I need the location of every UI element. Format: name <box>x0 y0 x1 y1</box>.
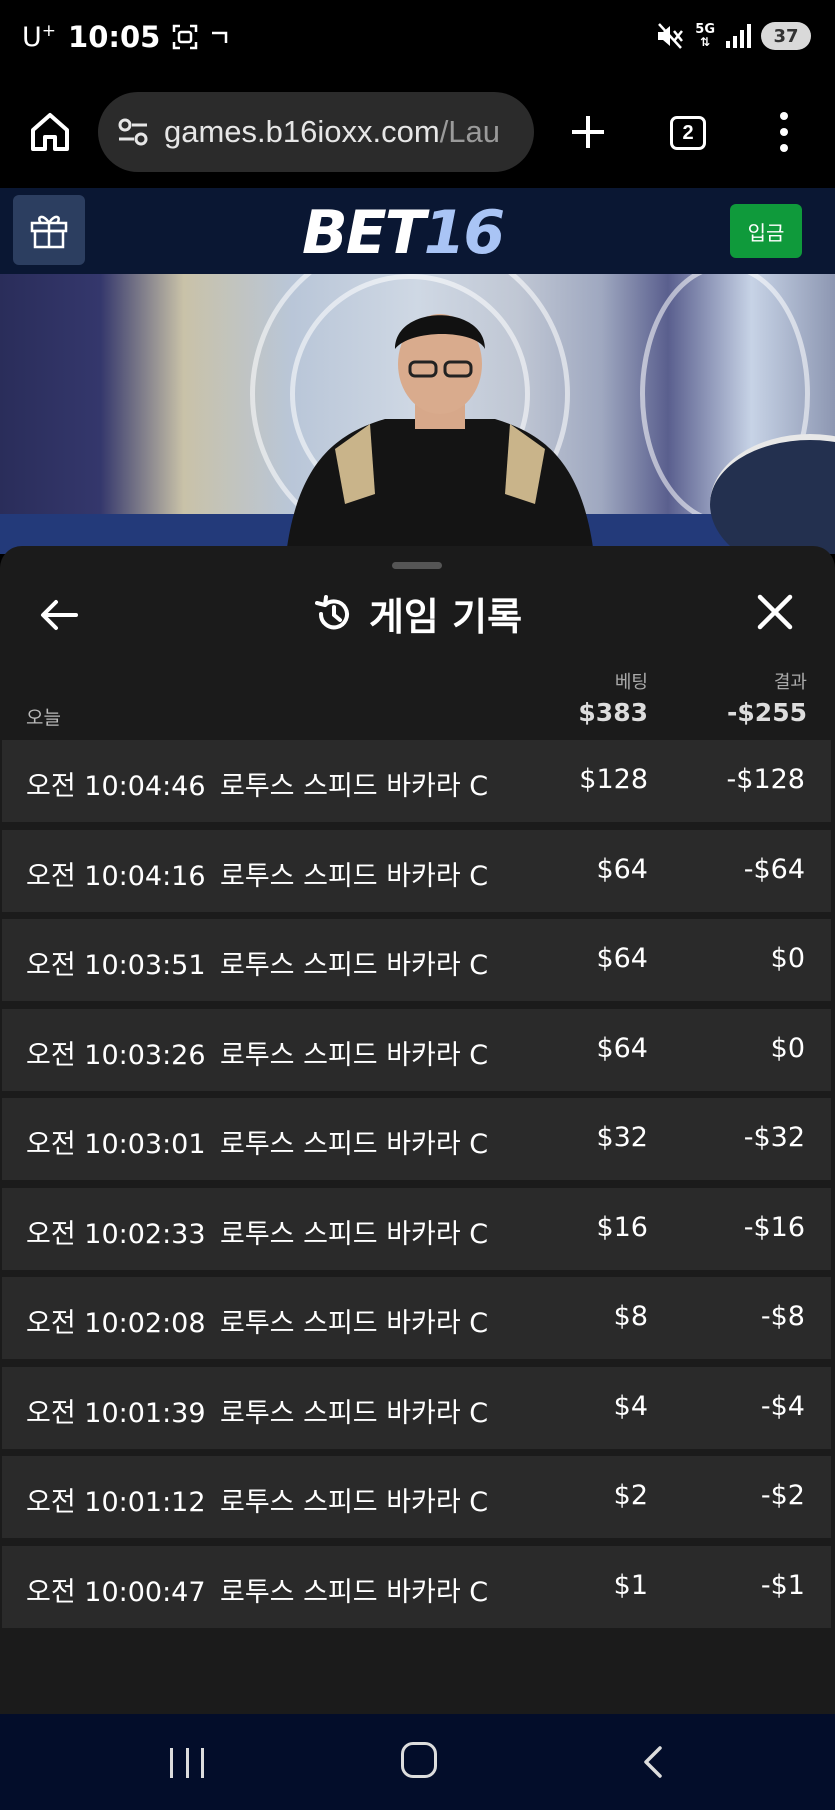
row-game: 로투스 스피드 바카라 C <box>220 1129 489 1160</box>
row-bet: $32 <box>596 1122 648 1153</box>
row-bet: $64 <box>596 943 648 974</box>
history-row[interactable]: 오전 10:02:33 로투스 스피드 바카라 C $16 -$16 <box>2 1187 831 1270</box>
row-bet: $8 <box>613 1301 648 1332</box>
row-game: 로투스 스피드 바카라 C <box>220 1308 489 1339</box>
history-row[interactable]: 오전 10:03:01 로투스 스피드 바카라 C $32 -$32 <box>2 1098 831 1180</box>
total-bet: $383 <box>578 698 648 727</box>
row-game: 로투스 스피드 바카라 C <box>220 1487 489 1518</box>
sheet-title: 게임 기록 <box>0 586 835 641</box>
row-result: $0 <box>770 943 805 974</box>
column-label-result: 결과 <box>773 672 807 693</box>
total-result: -$255 <box>727 698 807 727</box>
row-result: -$32 <box>743 1122 805 1153</box>
row-result: -$8 <box>760 1301 805 1332</box>
browser-menu-icon[interactable] <box>776 112 792 152</box>
system-nav-bar <box>0 1714 835 1810</box>
history-row[interactable]: 오전 10:04:16 로투스 스피드 바카라 C $64 -$64 <box>2 829 831 912</box>
row-time: 오전 10:00:47 <box>26 1576 206 1608</box>
row-time: 오전 10:03:26 <box>26 1039 206 1071</box>
history-icon <box>314 594 349 629</box>
history-row[interactable]: 오전 10:03:26 로투스 스피드 바카라 C $64 $0 <box>2 1008 831 1091</box>
live-video[interactable] <box>0 274 835 554</box>
row-bet: $4 <box>613 1390 648 1422</box>
row-game: 로투스 스피드 바카라 C <box>220 950 489 981</box>
row-time: 오전 10:01:12 <box>26 1487 206 1518</box>
date-group-label: 오늘 <box>26 707 61 729</box>
row-time: 오전 10:04:46 <box>26 771 206 802</box>
row-result: -$64 <box>743 853 805 885</box>
system-home-icon[interactable] <box>401 1742 437 1778</box>
site-header: BET16 입금 <box>0 188 835 274</box>
status-bar: U+ 10:05 5G ⇅ 37 <box>0 0 835 80</box>
browser-home-icon[interactable] <box>28 110 72 154</box>
row-bet: $64 <box>596 1032 648 1064</box>
row-result: -$1 <box>760 1569 805 1601</box>
recent-apps-icon[interactable] <box>170 1748 204 1778</box>
row-game: 로투스 스피드 바카라 C <box>220 1397 489 1429</box>
history-row[interactable]: 오전 10:03:51 로투스 스피드 바카라 C $64 $0 <box>2 919 831 1001</box>
row-game: 로투스 스피드 바카라 C <box>220 771 489 802</box>
sheet-title-text: 게임 기록 <box>368 595 523 639</box>
gift-icon <box>30 215 68 249</box>
dealer-figure <box>286 314 594 554</box>
system-back-icon[interactable] <box>636 1744 672 1780</box>
status-time: 10:05 <box>68 20 161 54</box>
column-label-bet: 베팅 <box>614 672 648 693</box>
row-game: 로투스 스피드 바카라 C <box>220 1039 489 1071</box>
row-result: -$16 <box>743 1211 805 1243</box>
history-row[interactable]: 오전 10:00:47 로투스 스피드 바카라 C $1 -$1 <box>2 1545 831 1628</box>
new-tab-icon[interactable] <box>566 110 610 154</box>
row-game: 로투스 스피드 바카라 C <box>220 1218 489 1250</box>
row-game: 로투스 스피드 바카라 C <box>220 1576 489 1608</box>
summary-header: 베팅 결과 오늘 $383 -$255 <box>0 658 835 738</box>
row-game: 로투스 스피드 바카라 C <box>220 860 489 892</box>
browser-toolbar: games.b16ioxx.com/Lau 2 <box>0 80 835 188</box>
url-text: games.b16ioxx.com/Lau <box>164 114 501 149</box>
row-time: 오전 10:03:51 <box>26 950 206 981</box>
notification-icon <box>212 31 228 43</box>
row-bet: $1 <box>613 1569 648 1601</box>
row-bet: $128 <box>579 764 648 795</box>
history-list: 오전 10:04:46 로투스 스피드 바카라 C $128 -$128 오전 … <box>2 740 831 1635</box>
row-time: 오전 10:02:08 <box>26 1308 206 1339</box>
deposit-button[interactable]: 입금 <box>730 204 802 258</box>
history-row[interactable]: 오전 10:02:08 로투스 스피드 바카라 C $8 -$8 <box>2 1277 831 1359</box>
row-bet: $2 <box>613 1480 648 1511</box>
status-bar-left: U+ 10:05 <box>22 20 230 54</box>
carrier-label: U+ <box>22 21 57 53</box>
screenshot-icon <box>173 24 198 50</box>
address-bar[interactable]: games.b16ioxx.com/Lau <box>98 92 534 172</box>
row-result: -$128 <box>726 764 805 795</box>
row-bet: $16 <box>596 1211 648 1243</box>
history-row[interactable]: 오전 10:04:46 로투스 스피드 바카라 C $128 -$128 <box>2 740 831 822</box>
row-bet: $64 <box>596 853 648 885</box>
history-row[interactable]: 오전 10:01:39 로투스 스피드 바카라 C $4 -$4 <box>2 1366 831 1449</box>
row-result: $0 <box>770 1032 805 1064</box>
row-time: 오전 10:03:01 <box>26 1129 206 1160</box>
network-type-label: 5G ⇅ <box>695 22 715 49</box>
tab-switcher-button[interactable]: 2 <box>670 116 706 150</box>
row-result: -$4 <box>760 1390 805 1422</box>
mute-icon <box>658 23 684 49</box>
site-settings-icon[interactable] <box>116 115 150 149</box>
status-bar-right: 5G ⇅ 37 <box>655 22 811 50</box>
game-history-sheet: 게임 기록 베팅 결과 오늘 $383 -$255 오전 10:04:46 로투… <box>0 546 835 1714</box>
drag-handle[interactable] <box>392 562 442 569</box>
history-row[interactable]: 오전 10:01:12 로투스 스피드 바카라 C $2 -$2 <box>2 1456 831 1538</box>
row-time: 오전 10:01:39 <box>26 1397 206 1429</box>
battery-indicator: 37 <box>761 22 811 50</box>
row-time: 오전 10:04:16 <box>26 860 206 892</box>
row-result: -$2 <box>760 1480 805 1511</box>
gift-button[interactable] <box>13 195 85 265</box>
bet16-logo[interactable]: BET16 <box>302 198 505 268</box>
close-icon[interactable] <box>755 592 795 632</box>
row-time: 오전 10:02:33 <box>26 1218 206 1250</box>
signal-icon <box>726 24 751 48</box>
